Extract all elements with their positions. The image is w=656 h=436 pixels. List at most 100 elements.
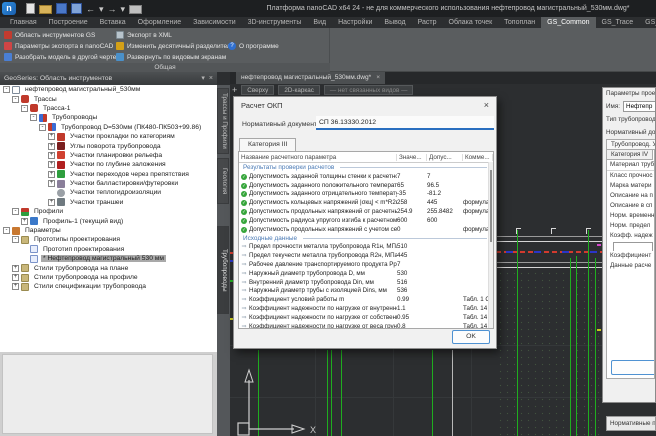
- redo-caret-icon[interactable]: ▾: [121, 4, 126, 14]
- tree-item[interactable]: + Участки переходов через препятствия: [0, 170, 217, 179]
- param-row[interactable]: Описание в сп: [607, 201, 654, 211]
- tree-item[interactable]: - Трасса-1: [0, 104, 217, 113]
- tree-expander[interactable]: +: [48, 171, 55, 178]
- tree-expander[interactable]: -: [12, 96, 19, 103]
- table-row[interactable]: ✓ Допустимость кольцевых напряжений |σкц…: [239, 198, 493, 207]
- tree-item[interactable]: - Параметры: [0, 226, 217, 235]
- viewport-button[interactable]: Сверху: [241, 85, 274, 95]
- category-tab[interactable]: Категория III: [239, 138, 296, 151]
- tree-expander[interactable]: +: [12, 283, 19, 290]
- param-row[interactable]: Норм. временн: [607, 211, 654, 221]
- ribbon-tab-Облака точек[interactable]: Облака точек: [443, 17, 499, 28]
- table-row[interactable]: ✓ Допустимость заданной толщины стенки к…: [239, 172, 493, 181]
- table-row[interactable]: ✓ Допустимость заданного положительного …: [239, 181, 493, 190]
- ribbon-button[interactable]: Параметры экспорта в nanoCAD: [4, 41, 116, 51]
- tree-item[interactable]: * Нефтепровод магистральный 530 мм: [0, 254, 217, 263]
- new-file-icon[interactable]: [26, 3, 35, 14]
- pipeline-tab[interactable]: Трубопровод. У: [606, 139, 656, 149]
- open-folder-icon[interactable]: [39, 5, 52, 14]
- tree-expander[interactable]: -: [39, 124, 46, 131]
- tree-expander[interactable]: -: [12, 236, 19, 243]
- tree-item[interactable]: + Участки траншеи: [0, 198, 217, 207]
- param-row[interactable]: Класс прочнос: [607, 171, 654, 181]
- table-row[interactable]: ⇒ Наружный диаметр трубы с изоляцией Din…: [239, 287, 493, 296]
- ok-button[interactable]: OK: [452, 330, 490, 344]
- viewport-button[interactable]: 2D-каркас: [278, 85, 320, 95]
- name-input[interactable]: [623, 101, 656, 112]
- param-row[interactable]: [607, 241, 654, 251]
- ribbon-tab-Оформление[interactable]: Оформление: [132, 17, 187, 28]
- ribbon-tab-GS_Common[interactable]: GS_Common: [541, 17, 595, 28]
- ribbon-button[interactable]: Изменить десятичный разделитель: [116, 41, 228, 51]
- table-row[interactable]: ⇒ Внутренний диаметр трубопровода Din, м…: [239, 278, 493, 287]
- ribbon-tab-Растр[interactable]: Растр: [412, 17, 443, 28]
- tree-expander[interactable]: +: [48, 143, 55, 150]
- tree-item[interactable]: + Участки прокладки по категориям: [0, 132, 217, 141]
- ribbon-tab-3D-инструменты[interactable]: 3D-инструменты: [242, 17, 308, 28]
- ribbon-tab-GS_Trace[interactable]: GS_Trace: [596, 17, 640, 28]
- tree-expander[interactable]: +: [21, 218, 28, 225]
- tree-expander[interactable]: +: [48, 199, 55, 206]
- param-row[interactable]: Марка матери: [607, 181, 654, 191]
- redo-icon[interactable]: →: [108, 4, 117, 14]
- tree-expander[interactable]: +: [48, 161, 55, 168]
- normative-docs-bar[interactable]: Нормативные п: [606, 416, 656, 431]
- close-icon[interactable]: ×: [209, 72, 213, 85]
- ribbon-tab-Зависимости[interactable]: Зависимости: [187, 17, 241, 28]
- tree-expander[interactable]: +: [48, 180, 55, 187]
- col-value[interactable]: Значе...: [397, 154, 427, 161]
- category-iv-tab[interactable]: Категория IV: [607, 150, 653, 160]
- ribbon-tab-Главная[interactable]: Главная: [4, 17, 43, 28]
- table-row[interactable]: ⇒ Рабочее давление транспортируемого про…: [239, 260, 493, 269]
- col-name[interactable]: Название расчетного параметра: [239, 154, 397, 161]
- save-icon[interactable]: [56, 3, 67, 14]
- param-row[interactable]: Коэфф. надеж: [607, 231, 654, 241]
- undo-caret-icon[interactable]: ▾: [99, 4, 104, 14]
- ribbon-tab-Настройки[interactable]: Настройки: [332, 17, 378, 28]
- normative-doc-input[interactable]: [316, 116, 494, 130]
- tree-item[interactable]: - Прототипы проектирования: [0, 235, 217, 244]
- col-allowed[interactable]: Допус...: [427, 154, 463, 161]
- panel-action-button[interactable]: [611, 360, 655, 375]
- tree-item[interactable]: Прототип проектирования: [0, 245, 217, 254]
- tree-item[interactable]: + Стили спецификации трубопровода: [0, 282, 217, 291]
- tree-expander[interactable]: -: [21, 105, 28, 112]
- param-row[interactable]: Норм. предел: [607, 221, 654, 231]
- tree-item[interactable]: + Профиль-1 (текущий вид): [0, 216, 217, 225]
- table-row[interactable]: ⇒ Коэффициент надежности по нагрузке от …: [239, 313, 493, 322]
- param-row[interactable]: Коэффициент: [607, 251, 654, 261]
- table-row[interactable]: ✓ Допустимость радиуса упругого изгиба к…: [239, 216, 493, 225]
- side-tab-Геология[interactable]: Геология: [217, 158, 229, 204]
- document-close-icon[interactable]: ×: [376, 72, 380, 84]
- param-row[interactable]: Материал труб: [607, 160, 654, 171]
- tree-item[interactable]: + Стили трубопровода на профиле: [0, 273, 217, 282]
- empty-input[interactable]: [613, 242, 653, 251]
- tree-item[interactable]: + Стили трубопровода на плане: [0, 263, 217, 272]
- table-row[interactable]: ✓ Допустимость продольных напряжений от …: [239, 207, 493, 216]
- tree-item[interactable]: - Трассы: [0, 94, 217, 103]
- table-row[interactable]: ✓ Допустимость заданного отрицательного …: [239, 190, 493, 199]
- print-icon[interactable]: [129, 5, 142, 14]
- ribbon-tab-Топоплан[interactable]: Топоплан: [498, 17, 541, 28]
- table-row[interactable]: ⇒ Наружный диаметр трубопровода D, мм 53…: [239, 269, 493, 278]
- tree-item[interactable]: + Участки балластировки/футеровки: [0, 179, 217, 188]
- tree-item[interactable]: + Углы поворота трубопровода: [0, 141, 217, 150]
- ribbon-button[interactable]: Экспорт в XML: [116, 30, 228, 40]
- tree-expander[interactable]: +: [48, 133, 55, 140]
- tree-item[interactable]: - Трубопровод D=530мм (ПК480-ПК503+99.86…: [0, 123, 217, 132]
- ribbon-tab-GS_Geology[interactable]: GS_Geology: [639, 17, 656, 28]
- ribbon-button[interactable]: Разобрать модель в другой чертеж: [4, 52, 116, 62]
- tree-expander[interactable]: +: [48, 152, 55, 159]
- toolbox-panel-header[interactable]: GeoSeries: Область инструментов ▾ ×: [0, 72, 217, 85]
- param-row[interactable]: Данные расче: [607, 261, 654, 271]
- tree-expander[interactable]: -: [12, 208, 19, 215]
- tree-expander[interactable]: -: [3, 86, 10, 93]
- tree-item[interactable]: - Трубопроводы: [0, 113, 217, 122]
- ribbon-tab-Построение[interactable]: Построение: [43, 17, 94, 28]
- table-row[interactable]: ✓ Допустимость продольных напряжений с у…: [239, 225, 493, 234]
- side-tab-Трубопроводы[interactable]: Трубопроводы: [217, 226, 229, 314]
- viewport-crosshair-icon[interactable]: +: [232, 85, 237, 95]
- ribbon-tab-Вставка[interactable]: Вставка: [94, 17, 132, 28]
- table-row[interactable]: ⇒ Коэффициент надежности по нагрузке от …: [239, 322, 493, 329]
- ribbon-tab-Вывод[interactable]: Вывод: [378, 17, 411, 28]
